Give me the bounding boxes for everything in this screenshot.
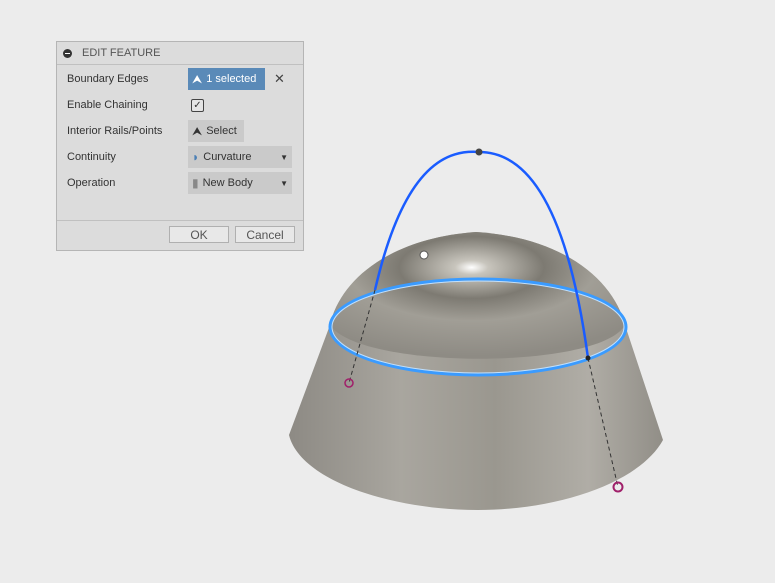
control-point[interactable] (419, 250, 429, 260)
dialog-footer-divider (57, 220, 303, 221)
clear-selection-icon[interactable]: ✕ (274, 71, 285, 87)
operation-value: New Body (202, 177, 253, 189)
dialog-header: EDIT FEATURE (57, 42, 303, 65)
new-body-icon: ▮ (192, 176, 199, 190)
enable-chaining-label: Enable Chaining (67, 99, 148, 111)
dialog-title: EDIT FEATURE (82, 47, 161, 59)
operation-dropdown[interactable]: ▮ New Body ▼ (188, 172, 292, 194)
boundary-edges-value: 1 selected (206, 73, 257, 85)
interior-rails-label: Interior Rails/Points (67, 125, 163, 137)
chevron-down-icon: ▼ (280, 152, 288, 162)
cursor-icon: ⮝ (192, 71, 203, 86)
cursor-icon: ⮝ (192, 123, 203, 138)
curve-apex-point[interactable] (475, 148, 483, 156)
chevron-down-icon: ▼ (280, 178, 288, 188)
boundary-edges-selector[interactable]: ⮝ 1 selected (188, 68, 265, 90)
continuity-label: Continuity (67, 151, 116, 163)
enable-chaining-checkbox[interactable]: ✓ (191, 99, 204, 112)
cancel-button[interactable]: Cancel (235, 226, 295, 243)
edit-feature-dialog: EDIT FEATURE Boundary Edges ⮝ 1 selected … (56, 41, 304, 251)
interior-rails-value: Select (206, 125, 237, 137)
boundary-edges-label: Boundary Edges (67, 73, 149, 85)
ok-button[interactable]: OK (169, 226, 229, 243)
dome-shading (330, 232, 625, 359)
interior-rails-select-button[interactable]: ⮝ Select (188, 120, 244, 142)
continuity-dropdown[interactable]: ◗ Curvature ▼ (188, 146, 292, 168)
collapse-icon[interactable] (63, 48, 72, 58)
curvature-icon: ◗ (192, 150, 200, 164)
operation-label: Operation (67, 177, 116, 189)
continuity-value: Curvature (203, 151, 252, 163)
